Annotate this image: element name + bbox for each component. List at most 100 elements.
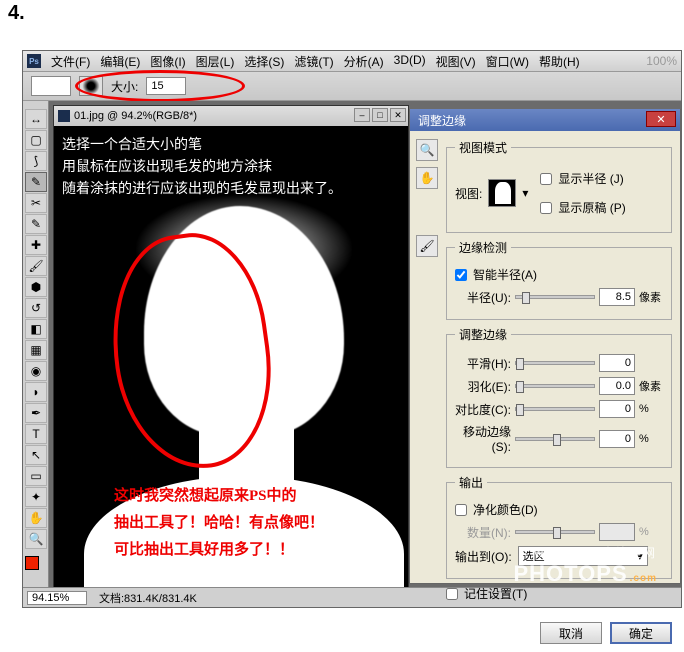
remember-checkbox[interactable]	[446, 588, 458, 600]
brush-preview-icon	[81, 79, 101, 93]
dodge-tool[interactable]: ◗	[25, 382, 47, 402]
shape-tool[interactable]: ▭	[25, 466, 47, 486]
adjust-edge-group: 调整边缘 平滑(H): 羽化(E): 像素 对比度(C):	[446, 326, 672, 468]
menu-analysis[interactable]: 分析(A)	[340, 51, 388, 72]
contrast-slider[interactable]	[515, 407, 595, 411]
shift-label: 移动边缘(S):	[455, 423, 511, 454]
menu-layer[interactable]: 图层(L)	[192, 51, 239, 72]
chevron-down-icon[interactable]: ▾	[522, 186, 528, 200]
maximize-button[interactable]: □	[372, 108, 388, 122]
history-brush-tool[interactable]: ↺	[25, 298, 47, 318]
3d-tool[interactable]: ✦	[25, 487, 47, 507]
smooth-input[interactable]	[599, 354, 635, 372]
canvas[interactable]: 选择一个合适大小的笔 用鼠标在应该出现毛发的地方涂抹 随着涂抹的进行应该出现的毛…	[54, 126, 408, 602]
hand-tool[interactable]: ✋	[25, 508, 47, 528]
dialog-titlebar[interactable]: 调整边缘 ✕	[410, 109, 680, 131]
shift-slider[interactable]	[515, 437, 595, 441]
smooth-label: 平滑(H):	[455, 355, 511, 372]
view-mode-legend: 视图模式	[455, 139, 511, 156]
minimize-button[interactable]: –	[354, 108, 370, 122]
contrast-label: 对比度(C):	[455, 401, 511, 418]
photoshop-window: Ps 文件(F) 编辑(E) 图像(I) 图层(L) 选择(S) 滤镜(T) 分…	[22, 50, 682, 608]
ps-logo-icon: Ps	[27, 54, 41, 68]
hand-tool-dialog[interactable]: ✋	[416, 167, 438, 189]
foreground-color[interactable]	[25, 556, 39, 570]
brush-size-label: 大小:	[111, 78, 138, 95]
menu-bar: Ps 文件(F) 编辑(E) 图像(I) 图层(L) 选择(S) 滤镜(T) 分…	[23, 51, 681, 71]
amount-label: 数量(N):	[455, 524, 511, 541]
blur-tool[interactable]: ◉	[25, 361, 47, 381]
brush-size-input[interactable]	[146, 77, 186, 95]
zoom-tool[interactable]: 🔍	[25, 529, 47, 549]
menu-image[interactable]: 图像(I)	[146, 51, 189, 72]
feather-input[interactable]	[599, 377, 635, 395]
menu-select[interactable]: 选择(S)	[240, 51, 288, 72]
menu-window[interactable]: 窗口(W)	[482, 51, 533, 72]
ok-button[interactable]: 确定	[610, 622, 672, 644]
show-radius-label: 显示半径 (J)	[558, 170, 623, 187]
close-button[interactable]: ✕	[390, 108, 406, 122]
menu-help[interactable]: 帮助(H)	[535, 51, 584, 72]
pen-tool[interactable]: ✒	[25, 403, 47, 423]
dialog-close-button[interactable]: ✕	[646, 111, 676, 127]
zoom-tool-dialog[interactable]: 🔍	[416, 139, 438, 161]
watermark: www. 照片处理网 PHOTOPS.com	[513, 544, 657, 587]
move-tool[interactable]: ↔	[25, 109, 47, 129]
document-icon	[58, 110, 70, 122]
radius-slider[interactable]	[515, 295, 595, 299]
heal-tool[interactable]: ✚	[25, 235, 47, 255]
menu-file[interactable]: 文件(F)	[47, 51, 94, 72]
radius-input[interactable]	[599, 288, 635, 306]
contrast-unit: %	[639, 403, 663, 415]
shift-unit: %	[639, 433, 663, 445]
document-window: 01.jpg @ 94.2%(RGB/8*) – □ ✕ 选择一个合适大小的笔 …	[53, 105, 409, 603]
adjust-edge-legend: 调整边缘	[455, 326, 511, 343]
decontaminate-checkbox[interactable]	[455, 504, 467, 516]
annotation-text-1: 这时我突然想起原来PS中的	[114, 484, 297, 505]
annotation-text-3: 可比抽出工具好用多了！！	[114, 538, 294, 559]
cancel-button[interactable]: 取消	[540, 622, 602, 644]
marquee-tool[interactable]: ▢	[25, 130, 47, 150]
path-tool[interactable]: ↖	[25, 445, 47, 465]
brush-tool[interactable]: 🖌	[25, 256, 47, 276]
gradient-tool[interactable]: ▦	[25, 340, 47, 360]
crop-tool[interactable]: ✂	[25, 193, 47, 213]
instruction-1: 选择一个合适大小的笔	[62, 134, 202, 154]
options-bar: 大小:	[23, 71, 681, 101]
color-swatches[interactable]	[23, 554, 48, 572]
smart-radius-checkbox[interactable]	[455, 269, 467, 281]
tool-preset-picker[interactable]	[31, 76, 71, 96]
feather-label: 羽化(E):	[455, 378, 511, 395]
refine-brush-tool[interactable]: 🖌	[416, 235, 438, 257]
document-titlebar: 01.jpg @ 94.2%(RGB/8*) – □ ✕	[54, 106, 408, 126]
shift-input[interactable]	[599, 430, 635, 448]
refine-edge-dialog: 调整边缘 ✕ 🔍 ✋ 🖌 视图模式 视图: ▾ 显示半径 (J) 显示原稿 (P…	[409, 109, 681, 584]
amount-slider	[515, 530, 595, 534]
step-number: 4.	[8, 2, 25, 25]
smooth-slider[interactable]	[515, 361, 595, 365]
status-doc-info: 文档:831.4K/831.4K	[99, 590, 197, 606]
eyedropper-tool[interactable]: ✎	[25, 214, 47, 234]
eraser-tool[interactable]: ◧	[25, 319, 47, 339]
lasso-tool[interactable]: ⟆	[25, 151, 47, 171]
brush-picker[interactable]	[79, 76, 103, 96]
view-label: 视图:	[455, 185, 482, 202]
quick-select-tool[interactable]: ✎	[25, 172, 47, 192]
contrast-input[interactable]	[599, 400, 635, 418]
menu-view[interactable]: 视图(V)	[432, 51, 480, 72]
view-mode-picker[interactable]	[488, 179, 516, 207]
show-original-label: 显示原稿 (P)	[558, 199, 625, 216]
app-zoom: 100%	[646, 54, 677, 68]
show-radius-checkbox[interactable]	[540, 173, 552, 185]
type-tool[interactable]: T	[25, 424, 47, 444]
edge-detect-group: 边缘检测 智能半径(A) 半径(U): 像素	[446, 239, 672, 320]
stamp-tool[interactable]: ⬢	[25, 277, 47, 297]
menu-3d[interactable]: 3D(D)	[390, 51, 430, 72]
menu-edit[interactable]: 编辑(E)	[96, 51, 144, 72]
show-original-checkbox[interactable]	[540, 202, 552, 214]
menu-filter[interactable]: 滤镜(T)	[290, 51, 337, 72]
status-zoom[interactable]: 94.15%	[27, 591, 87, 605]
output-to-label: 输出到(O):	[455, 548, 512, 565]
feather-unit: 像素	[639, 378, 663, 394]
feather-slider[interactable]	[515, 384, 595, 388]
